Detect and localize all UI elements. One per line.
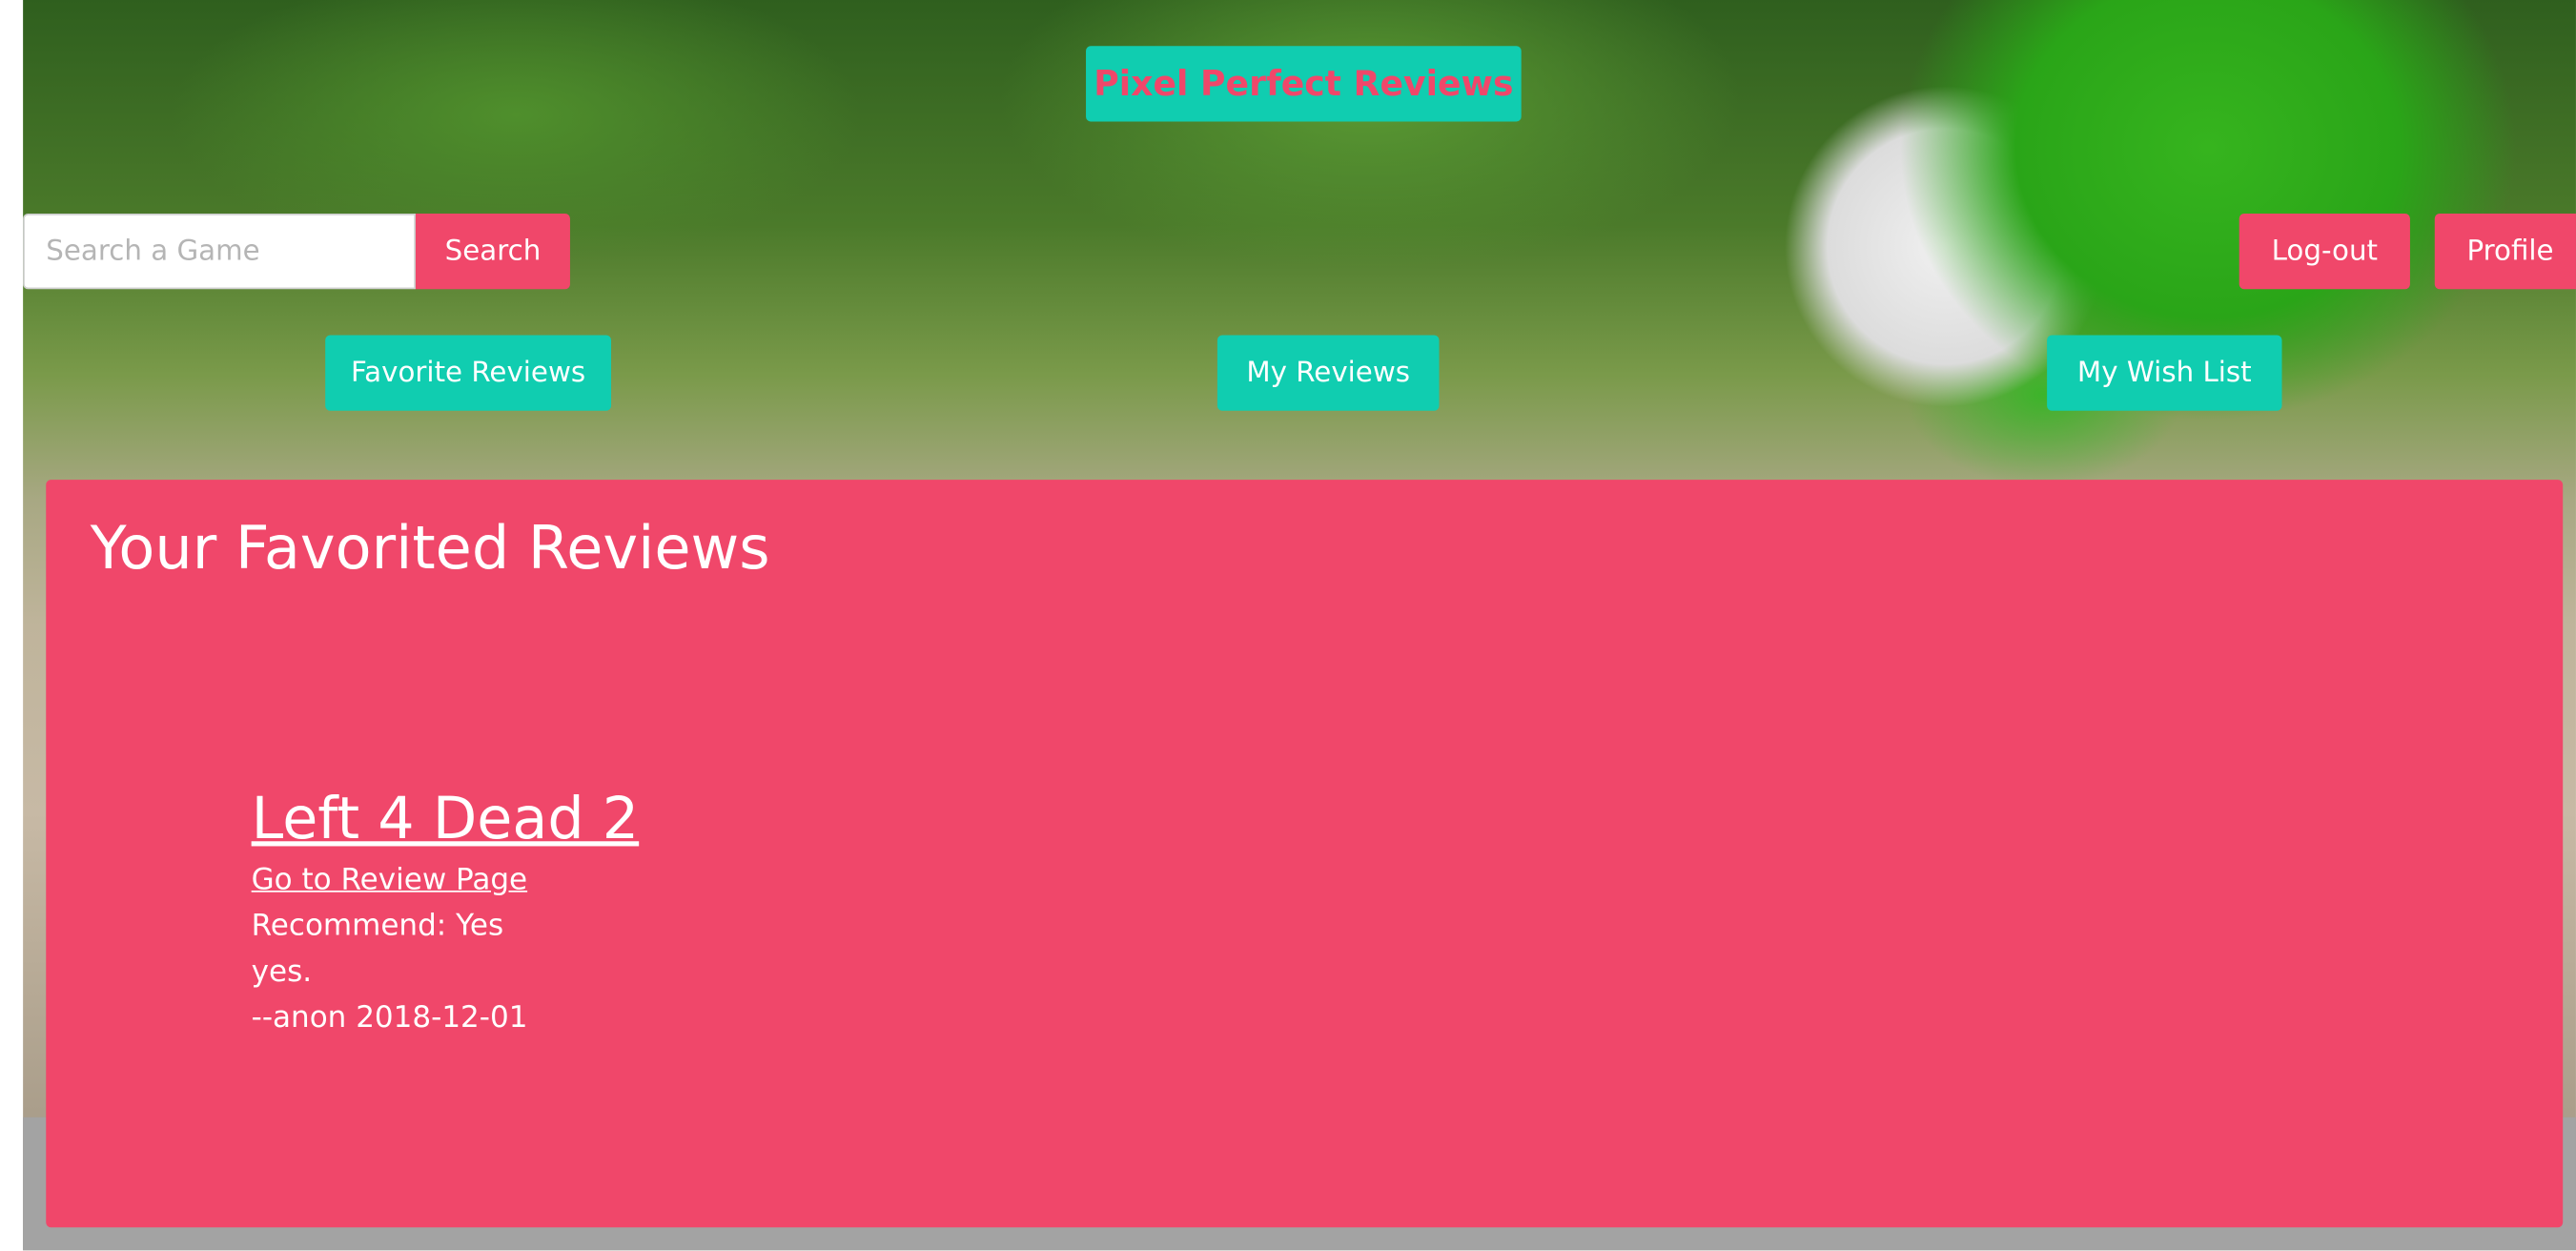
search-input[interactable] [23,214,416,290]
review-recommend: Recommend: Yes [251,908,504,944]
page-title: Your Favorited Reviews [90,516,770,584]
search-button[interactable]: Search [415,214,570,290]
favorite-reviews-button[interactable]: Favorite Reviews [325,335,612,411]
logout-button[interactable]: Log-out [2239,214,2410,290]
page-margin [0,0,24,1251]
review-byline: --anon 2018-12-01 [251,1000,528,1036]
review-page-link[interactable]: Go to Review Page [252,858,640,904]
review-game-title-link[interactable]: Left 4 Dead 2 [252,786,640,854]
my-wish-list-button[interactable]: My Wish List [2047,335,2282,411]
favorited-reviews-panel: Your Favorited Reviews Left 4 Dead 2 Go … [46,480,2564,1228]
my-reviews-button[interactable]: My Reviews [1216,335,1440,411]
profile-button[interactable]: Profile [2434,214,2576,290]
review-body: yes. [251,954,313,990]
review-item: Left 4 Dead 2 Go to Review Page Recommen… [252,786,640,1042]
brand-button[interactable]: Pixel Perfect Reviews [1086,46,1522,122]
